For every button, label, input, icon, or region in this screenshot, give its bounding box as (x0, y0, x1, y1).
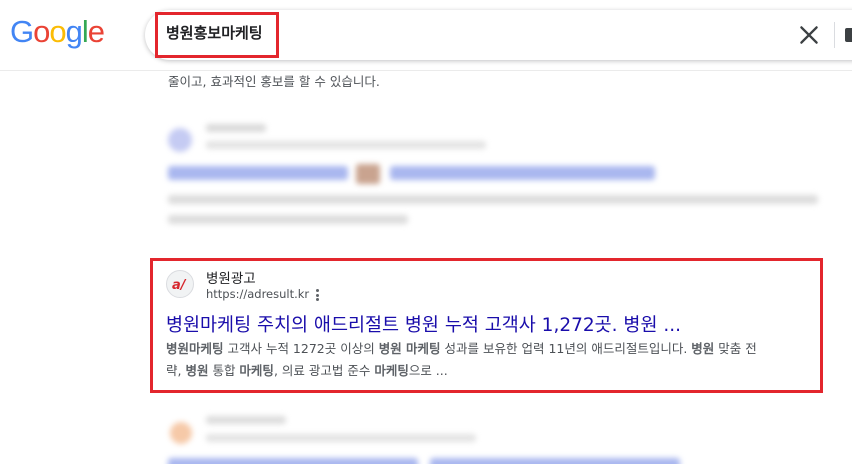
blurred-favicon (168, 128, 192, 152)
blurred-site-name (206, 124, 266, 132)
blurred-title-2a (168, 458, 418, 464)
blurred-title-2b (430, 458, 680, 464)
blurred-thumb (356, 164, 380, 184)
blurred-result-1 (0, 0, 852, 250)
blurred-title-a (168, 166, 348, 180)
blurred-site-url (206, 141, 486, 149)
blurred-snippet-2 (168, 215, 408, 224)
blurred-favicon-2 (170, 422, 192, 444)
blurred-result-2 (0, 400, 852, 464)
blurred-site-url-2 (206, 434, 476, 442)
result-highlight-box (150, 258, 823, 393)
blurred-site-name-2 (206, 416, 286, 424)
blurred-title-b (390, 166, 655, 180)
blurred-snippet-1 (168, 195, 818, 204)
